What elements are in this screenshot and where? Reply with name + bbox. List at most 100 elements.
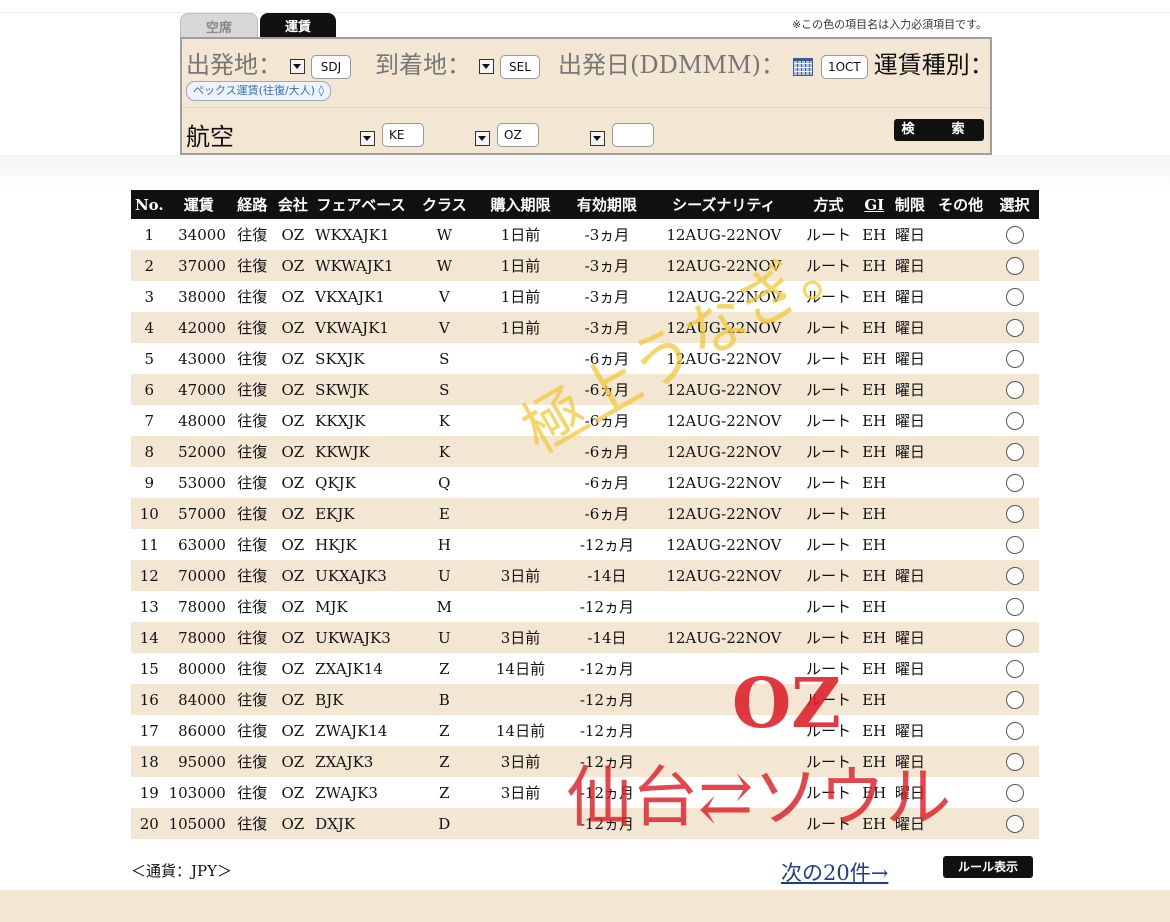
destination-field[interactable]: SEL: [500, 54, 540, 79]
select-radio[interactable]: [1005, 629, 1024, 647]
destination-dropdown-icon[interactable]: [479, 59, 494, 74]
table-row: 16 84000 往復 OZ BJK B -12ヵ月 ルート EH: [131, 684, 1039, 715]
cell-class: Z: [410, 715, 478, 746]
cell-carrier: OZ: [274, 281, 312, 312]
cell-fare-basis: SKWJK: [311, 374, 411, 405]
cell-method: ルート: [797, 343, 861, 374]
tab-fares[interactable]: 運賃: [260, 13, 336, 37]
cell-purchase-deadline: [477, 529, 564, 560]
cell-fare: 37000: [167, 250, 230, 281]
cell-fare-basis: MJK: [311, 591, 411, 622]
select-radio[interactable]: [1005, 412, 1024, 430]
airline-1-field[interactable]: KE: [382, 123, 424, 147]
cell-carrier: OZ: [274, 777, 312, 808]
col-gi-link[interactable]: GI: [860, 190, 889, 219]
cell-select: [990, 591, 1039, 622]
date-field[interactable]: 1OCT: [820, 54, 868, 79]
cell-no: 19: [131, 777, 168, 808]
airline-3-field[interactable]: [612, 123, 654, 147]
required-note: ※この色の項目名は入力必須項目です。: [791, 18, 987, 31]
origin-dropdown-icon[interactable]: [290, 59, 305, 74]
cell-purchase-deadline: [477, 498, 564, 529]
origin-field[interactable]: SDJ: [311, 54, 351, 79]
col-other: その他: [931, 190, 991, 219]
select-radio[interactable]: [1005, 536, 1024, 554]
calendar-icon[interactable]: [792, 57, 813, 76]
cell-no: 15: [131, 653, 168, 684]
airline-1-dropdown-icon[interactable]: [360, 131, 375, 146]
cell-other: [931, 498, 991, 529]
select-radio[interactable]: [1005, 474, 1024, 492]
cell-validity: -14日: [563, 622, 651, 653]
select-radio[interactable]: [1005, 350, 1024, 368]
select-radio[interactable]: [1005, 226, 1024, 244]
cell-select: [990, 405, 1039, 436]
airline-2-dropdown-icon[interactable]: [475, 131, 490, 146]
cell-other: [931, 312, 991, 343]
cell-restriction: [888, 467, 932, 498]
table-row: 9 53000 往復 OZ QKJK Q -6ヵ月 12AUG-22NOV ルート EH: [131, 467, 1039, 498]
select-radio[interactable]: [1005, 815, 1024, 833]
select-radio[interactable]: [1005, 660, 1024, 678]
select-radio[interactable]: [1005, 567, 1024, 585]
cell-class: W: [410, 250, 478, 281]
cell-no: 17: [131, 715, 168, 746]
cell-class: Z: [410, 746, 478, 777]
cell-restriction: 曜日: [888, 281, 932, 312]
cell-no: 2: [131, 250, 168, 281]
cell-fare: 86000: [167, 715, 230, 746]
select-radio[interactable]: [1005, 691, 1024, 709]
cell-purchase-deadline: 3日前: [477, 560, 564, 591]
select-radio[interactable]: [1005, 722, 1024, 740]
cell-route: 往復: [229, 498, 275, 529]
select-radio[interactable]: [1005, 753, 1024, 771]
cell-route: 往復: [229, 808, 275, 839]
cell-restriction: 曜日: [888, 250, 932, 281]
cell-purchase-deadline: 1日前: [477, 281, 564, 312]
cell-method: ルート: [797, 622, 861, 653]
select-radio[interactable]: [1005, 598, 1024, 616]
next-page-link[interactable]: 次の20件→: [781, 857, 888, 887]
cell-class: D: [410, 808, 478, 839]
select-radio[interactable]: [1005, 319, 1024, 337]
select-radio[interactable]: [1005, 784, 1024, 802]
table-row: 4 42000 往復 OZ VKWAJK1 V 1日前 -3ヵ月 12AUG-22NOV ルート E…: [131, 312, 1039, 343]
col-fare-basis: フェアベース: [311, 190, 411, 219]
col-method: 方式: [797, 190, 861, 219]
cell-gi: EH: [860, 343, 889, 374]
select-radio[interactable]: [1005, 257, 1024, 275]
airline-2-field[interactable]: OZ: [497, 123, 539, 147]
search-button[interactable]: 検 索: [894, 119, 984, 141]
select-radio[interactable]: [1005, 505, 1024, 523]
cell-no: 3: [131, 281, 168, 312]
cell-route: 往復: [229, 219, 275, 250]
cell-gi: EH: [860, 622, 889, 653]
cell-select: [990, 250, 1039, 281]
select-radio[interactable]: [1005, 381, 1024, 399]
cell-carrier: OZ: [274, 622, 312, 653]
cell-gi: EH: [860, 436, 889, 467]
airline-3-dropdown-icon[interactable]: [590, 131, 605, 146]
select-radio[interactable]: [1005, 443, 1024, 461]
tab-availability[interactable]: 空席: [180, 13, 258, 38]
currency-note: ＜通貨：JPY＞: [131, 862, 233, 880]
table-header-row: No. 運賃 経路 会社 フェアベース クラス 購入期限 有効期限 シーズナリテ…: [131, 190, 1039, 219]
cell-gi: EH: [860, 250, 889, 281]
cell-restriction: [888, 529, 932, 560]
cell-carrier: OZ: [274, 436, 312, 467]
table-row: 3 38000 往復 OZ VKXAJK1 V 1日前 -3ヵ月 12AUG-22NOV ルート E…: [131, 281, 1039, 312]
rule-display-button[interactable]: ルール表示: [943, 856, 1033, 878]
cell-no: 6: [131, 374, 168, 405]
cell-route: 往復: [229, 374, 275, 405]
cell-restriction: 曜日: [888, 653, 932, 684]
fare-type-select[interactable]: ペックス運賃(往復/大人) ◊: [186, 81, 331, 101]
cell-class: H: [410, 529, 478, 560]
cell-seasonality: 12AUG-22NOV: [650, 405, 798, 436]
cell-select: [990, 374, 1039, 405]
cell-validity: -6ヵ月: [563, 467, 651, 498]
cell-validity: -12ヵ月: [563, 591, 651, 622]
cell-select: [990, 436, 1039, 467]
select-radio[interactable]: [1005, 288, 1024, 306]
cell-method: ルート: [797, 529, 861, 560]
cell-carrier: OZ: [274, 808, 312, 839]
